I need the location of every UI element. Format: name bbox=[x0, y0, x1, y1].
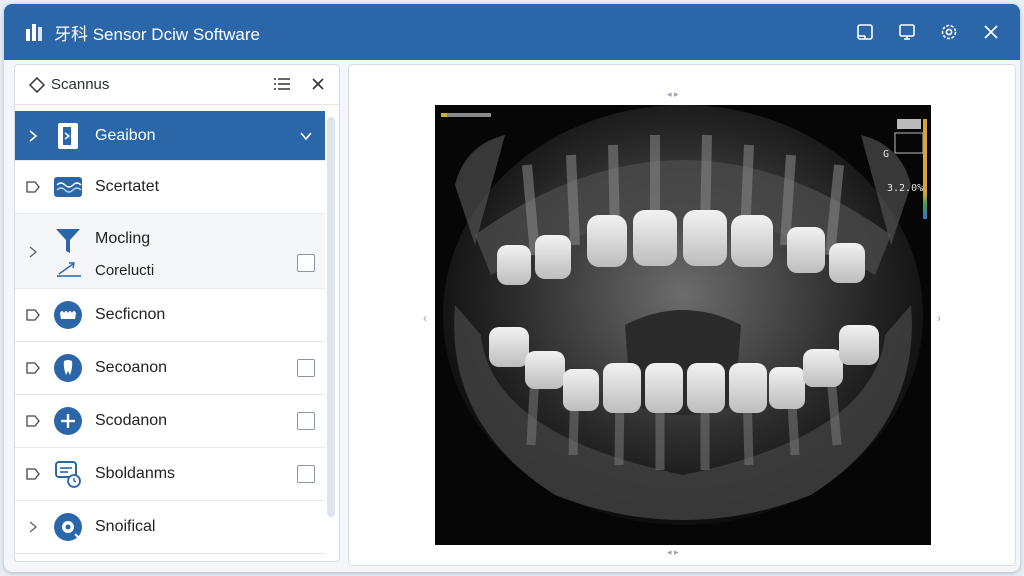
sidebar-item-sboldanms[interactable]: Sboldanms bbox=[15, 448, 325, 501]
close-icon bbox=[984, 25, 998, 39]
sidebar-item-label: Secoanon bbox=[95, 359, 168, 376]
scan-sidebar: Scannus Geaibon Scertatet Mocling Corelu… bbox=[14, 64, 340, 562]
title-bar: 牙科 Sensor Dciw Software bbox=[4, 4, 1020, 60]
sidebar-item-secficnon[interactable]: Secficnon bbox=[15, 289, 325, 342]
dental-xray-image[interactable]: G 3.2.0% bbox=[435, 105, 931, 545]
tag-icon bbox=[25, 413, 41, 429]
intensity-scale bbox=[923, 119, 927, 219]
sidebar-item-mocling[interactable]: Mocling Corelucti bbox=[15, 214, 325, 289]
app-window: 牙科 Sensor Dciw Software Scannus Geaibon … bbox=[4, 4, 1020, 572]
sensor-icon bbox=[53, 121, 83, 151]
trend-arrow-icon bbox=[57, 262, 81, 277]
sidebar-item-label: Scertatet bbox=[95, 178, 160, 195]
select-checkbox[interactable] bbox=[297, 254, 315, 272]
nav-bottom-marker[interactable]: ◂ ▸ bbox=[667, 547, 679, 558]
teeth-icon bbox=[53, 300, 83, 330]
sidebar-item-secoanon[interactable]: Secoanon bbox=[15, 342, 325, 395]
overlay-value: 3.2.0% bbox=[887, 183, 924, 194]
list-icon bbox=[274, 78, 290, 90]
xray-canvas bbox=[435, 105, 931, 545]
wave-panel-icon bbox=[53, 172, 83, 202]
window-controls bbox=[850, 4, 1006, 60]
nav-left-marker[interactable]: ‹ bbox=[423, 311, 427, 325]
app-logo-icon bbox=[26, 24, 42, 41]
overlay-label: G bbox=[883, 149, 890, 160]
sidebar-item-scodanon[interactable]: Scodanon bbox=[15, 395, 325, 448]
select-checkbox[interactable] bbox=[297, 465, 315, 483]
settings-button[interactable] bbox=[934, 17, 964, 47]
window-restore-icon bbox=[857, 24, 873, 40]
tag-icon bbox=[25, 179, 41, 195]
plus-circle-icon bbox=[53, 406, 83, 436]
sidebar-item-label: Secficnon bbox=[95, 306, 166, 323]
sidebar-close-button[interactable] bbox=[307, 73, 329, 95]
sidebar-header: Scannus bbox=[15, 65, 339, 105]
close-button[interactable] bbox=[976, 17, 1006, 47]
sidebar-item-label: Scodanon bbox=[95, 412, 168, 429]
sidebar-item-label: Mocling bbox=[95, 230, 151, 247]
sidebar-scrollbar[interactable] bbox=[327, 117, 335, 517]
chevron-right-icon bbox=[25, 128, 41, 144]
select-checkbox[interactable] bbox=[297, 412, 315, 430]
sidebar-item-sublabel: Corelucti bbox=[95, 262, 155, 279]
monitor-button[interactable] bbox=[892, 17, 922, 47]
tag-icon bbox=[25, 360, 41, 376]
nav-right-marker[interactable]: › bbox=[937, 311, 941, 325]
app-title: 牙科 Sensor Dciw Software bbox=[54, 24, 260, 44]
gear-icon bbox=[941, 24, 957, 40]
diamond-icon bbox=[29, 76, 45, 93]
list-view-button[interactable] bbox=[271, 73, 293, 95]
chat-clock-icon bbox=[53, 459, 83, 489]
tag-icon bbox=[25, 466, 41, 482]
restore-button[interactable] bbox=[850, 17, 880, 47]
chevron-right-icon bbox=[25, 244, 41, 260]
scan-list: Geaibon Scertatet Mocling Corelucti Secf… bbox=[15, 111, 325, 554]
select-checkbox[interactable] bbox=[297, 359, 315, 377]
monitor-icon bbox=[899, 24, 915, 40]
sidebar-item-label: Snoifical bbox=[95, 518, 156, 535]
tag-icon bbox=[25, 307, 41, 323]
funnel-icon bbox=[53, 226, 83, 256]
sidebar-item-geaibon[interactable]: Geaibon bbox=[15, 111, 325, 161]
chevron-down-icon bbox=[300, 131, 312, 140]
tooth-circle-icon bbox=[53, 353, 83, 383]
close-icon bbox=[312, 78, 324, 90]
image-viewer: ◂ ▸ ◂ ▸ ‹ › G 3.2.0% bbox=[348, 64, 1016, 566]
chevron-right-icon bbox=[25, 519, 41, 535]
disc-icon bbox=[53, 512, 83, 542]
sidebar-item-scertatet[interactable]: Scertatet bbox=[15, 161, 325, 214]
sidebar-item-label: Geaibon bbox=[95, 126, 156, 144]
sidebar-item-label: Sboldanms bbox=[95, 465, 176, 482]
nav-top-marker[interactable]: ◂ ▸ bbox=[667, 89, 679, 100]
sidebar-title: Scannus bbox=[51, 76, 110, 93]
sidebar-item-snoifical[interactable]: Snoifical bbox=[15, 501, 325, 554]
